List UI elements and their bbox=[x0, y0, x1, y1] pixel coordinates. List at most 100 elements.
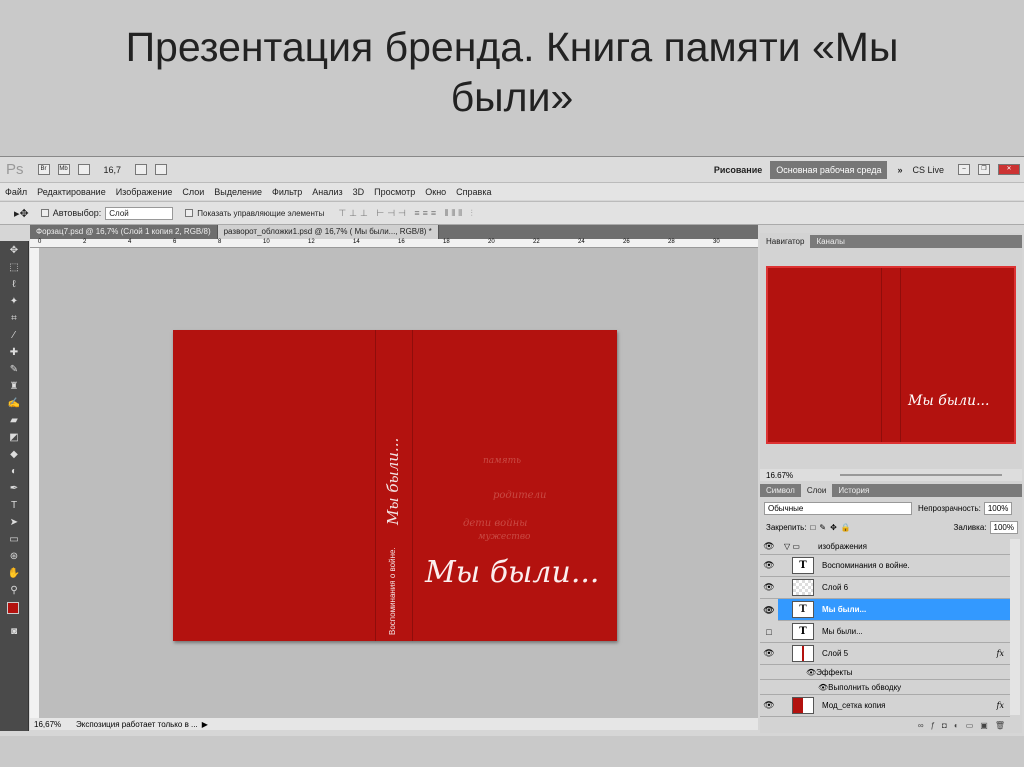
eye-icon[interactable]: 👁 bbox=[760, 541, 778, 552]
crop-tool-icon[interactable]: ⌗ bbox=[5, 311, 23, 326]
tab-razvorot[interactable]: разворот_обложки1.psd @ 16,7% ( Мы были.… bbox=[217, 225, 439, 239]
fx-icon[interactable]: fx bbox=[997, 701, 1004, 710]
tab-history[interactable]: История bbox=[832, 484, 875, 497]
layers-footer-icons[interactable]: ∞ƒ◘◐▭▣🗑 bbox=[760, 718, 1022, 732]
menu-layers[interactable]: Слои bbox=[182, 187, 204, 197]
eye-hidden-icon[interactable]: □ bbox=[760, 627, 778, 637]
layers-scrollbar[interactable] bbox=[1010, 539, 1020, 715]
menu-view[interactable]: Просмотр bbox=[374, 187, 415, 197]
stamp-tool-icon[interactable]: ♜ bbox=[5, 379, 23, 394]
layer-item[interactable]: 👁 Мод_сетка копия fx bbox=[760, 695, 1010, 717]
blend-mode-dropdown[interactable]: Обычные bbox=[764, 501, 912, 515]
type-tool-icon[interactable]: T bbox=[5, 498, 23, 513]
fx-icon[interactable]: fx bbox=[997, 649, 1004, 658]
show-controls-checkbox[interactable] bbox=[185, 209, 194, 217]
layer-item[interactable]: □ T Мы были... bbox=[760, 621, 1010, 643]
eye-icon[interactable]: 👁 bbox=[818, 683, 828, 692]
dodge-tool-icon[interactable]: ◐ bbox=[5, 464, 23, 479]
menu-file[interactable]: Файл bbox=[5, 187, 27, 197]
layer-group[interactable]: 👁 ▽ ▭ изображения bbox=[760, 539, 1010, 555]
tab-forzac[interactable]: Форзац7.psd @ 16,7% (Слой 1 копия 2, RGB… bbox=[30, 225, 218, 239]
eye-icon[interactable]: 👁 bbox=[760, 598, 778, 621]
fill-input[interactable]: 100% bbox=[989, 520, 1018, 534]
eyedropper-icon[interactable]: ⁄ bbox=[5, 328, 23, 343]
autoselect-dropdown[interactable]: Слой bbox=[105, 206, 174, 220]
eraser-icon[interactable]: ▰ bbox=[5, 413, 23, 428]
brush-tool-icon[interactable]: ✎ bbox=[5, 362, 23, 377]
view-extras-icon[interactable] bbox=[77, 164, 90, 175]
move-tool-icon[interactable]: ✥ bbox=[5, 243, 23, 258]
history-brush-icon[interactable]: ✍ bbox=[5, 396, 23, 411]
tab-character[interactable]: Символ bbox=[760, 484, 801, 497]
marquee-tool-icon[interactable]: ⬚ bbox=[5, 260, 23, 275]
lasso-tool-icon[interactable]: ℓ bbox=[5, 277, 23, 292]
minibridge-button[interactable]: Mb bbox=[57, 164, 70, 175]
bridge-button[interactable]: Br bbox=[37, 164, 50, 175]
more-workspaces[interactable]: » bbox=[897, 165, 902, 175]
zoom-dropdown[interactable]: 16,7 bbox=[104, 165, 122, 175]
opacity-input[interactable]: 100% bbox=[983, 501, 1013, 515]
canvas-area[interactable]: Воспоминания о войне. Мы были... родител… bbox=[39, 248, 758, 718]
workspace-main[interactable]: Основная рабочая среда bbox=[770, 160, 888, 179]
effects-row[interactable]: 👁 Эффекты bbox=[760, 665, 1010, 680]
status-arrow-icon[interactable]: ▶ bbox=[202, 720, 208, 729]
workspace-draw[interactable]: Рисование bbox=[714, 165, 762, 175]
menu-help[interactable]: Справка bbox=[456, 187, 491, 197]
text-layer-icon: T bbox=[792, 557, 814, 574]
menu-analysis[interactable]: Анализ bbox=[312, 187, 342, 197]
layer-item[interactable]: 👁 T Воспоминания о войне. bbox=[760, 555, 1010, 577]
book-cover-document[interactable]: Воспоминания о войне. Мы были... родител… bbox=[173, 330, 617, 641]
blur-tool-icon[interactable]: ◆ bbox=[5, 447, 23, 462]
menu-3d[interactable]: 3D bbox=[353, 187, 365, 197]
layer-item[interactable]: 👁 Слой 6 bbox=[760, 577, 1010, 599]
zoom-tool-icon[interactable]: ⚲ bbox=[5, 583, 23, 598]
autoselect-checkbox[interactable] bbox=[40, 209, 49, 217]
restore-button[interactable]: ❐ bbox=[978, 164, 990, 175]
arrange-icon[interactable] bbox=[135, 164, 148, 175]
layer-item-selected[interactable]: 👁 T Мы были... bbox=[760, 598, 1010, 621]
layer-item[interactable]: 👁 Слой 5 fx bbox=[760, 643, 1010, 665]
slide-title: Презентация бренда. Книга памяти «Мы был… bbox=[125, 24, 899, 120]
menu-image[interactable]: Изображение bbox=[116, 187, 173, 197]
3d-tool-icon[interactable]: ⊛ bbox=[5, 549, 23, 564]
move-tool-icon[interactable]: ▸✥ bbox=[14, 207, 29, 220]
status-zoom[interactable]: 16,67% bbox=[30, 720, 72, 729]
ruler-tick: 12 bbox=[308, 239, 315, 245]
navigator-zoom[interactable]: 16.67% bbox=[760, 471, 820, 480]
eye-icon[interactable]: 👁 bbox=[760, 560, 778, 571]
menu-edit[interactable]: Редактирование bbox=[37, 187, 106, 197]
lock-icons[interactable]: □✎✥🔒 bbox=[811, 523, 855, 532]
align-icons[interactable]: ⊤⊥⊥ ⊢⊣⊣ ≡≡≡ ⫴⫴⫴ ⫶ bbox=[338, 208, 475, 219]
eye-icon[interactable]: 👁 bbox=[760, 700, 778, 711]
tab-layers[interactable]: Слои bbox=[800, 484, 833, 497]
layer-name: Мы были... bbox=[822, 627, 863, 636]
screen-mode-icon[interactable] bbox=[155, 164, 168, 175]
stroke-effect-row[interactable]: 👁 Выполнить обводку bbox=[760, 680, 1010, 695]
shape-tool-icon[interactable]: ▭ bbox=[5, 532, 23, 547]
healing-brush-icon[interactable]: ✚ bbox=[5, 345, 23, 360]
navigator-preview[interactable]: Мы были... bbox=[766, 266, 1016, 444]
gradient-tool-icon[interactable]: ◩ bbox=[5, 430, 23, 445]
menu-select[interactable]: Выделение bbox=[214, 187, 262, 197]
ruler-tick: 26 bbox=[623, 239, 630, 245]
blend-row: Обычные Непрозрачность: 100% bbox=[760, 500, 1022, 516]
minimize-button[interactable]: – bbox=[958, 164, 970, 175]
navigator-slider[interactable] bbox=[840, 474, 1002, 476]
cs-live-button[interactable]: CS Live bbox=[912, 165, 944, 175]
tab-channels[interactable]: Каналы bbox=[810, 235, 850, 248]
menu-filter[interactable]: Фильтр bbox=[272, 187, 302, 197]
tab-navigator[interactable]: Навигатор bbox=[760, 235, 811, 248]
quick-mask-icon[interactable]: ◙ bbox=[5, 624, 23, 639]
status-text[interactable]: Экспозиция работает только в ... bbox=[72, 720, 202, 729]
menu-window[interactable]: Окно bbox=[425, 187, 446, 197]
close-button[interactable]: ✕ bbox=[998, 164, 1020, 175]
hand-tool-icon[interactable]: ✋ bbox=[5, 566, 23, 581]
path-select-icon[interactable]: ➤ bbox=[5, 515, 23, 530]
color-swatches[interactable] bbox=[5, 600, 24, 622]
eye-icon[interactable]: 👁 bbox=[760, 648, 778, 659]
layer-name: Воспоминания о войне. bbox=[822, 561, 910, 570]
eye-icon[interactable]: 👁 bbox=[760, 582, 778, 593]
eye-icon[interactable]: 👁 bbox=[806, 668, 816, 677]
magic-wand-icon[interactable]: ✦ bbox=[5, 294, 23, 309]
pen-tool-icon[interactable]: ✒ bbox=[5, 481, 23, 496]
